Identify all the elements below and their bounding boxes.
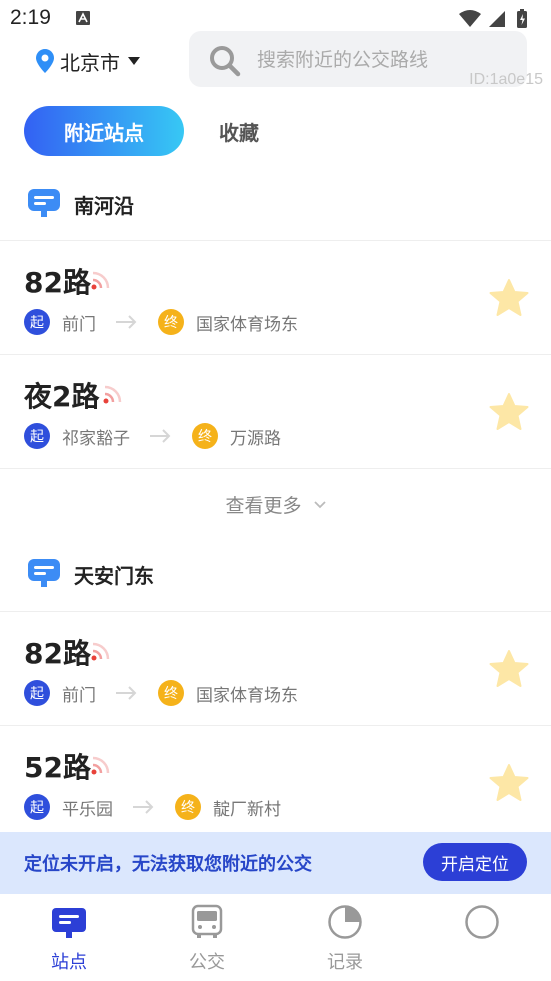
- route-row[interactable]: 夜2路 起 祁家豁子 终 万源路: [0, 354, 551, 468]
- id-tag: ID:1a0e15: [469, 71, 543, 88]
- end-badge: 终: [192, 423, 218, 449]
- end-badge: 终: [158, 309, 184, 335]
- route-stops: 起 祁家豁子 终 万源路: [24, 423, 281, 449]
- start-badge: 起: [24, 309, 50, 335]
- start-stop: 前门: [62, 314, 96, 335]
- notice-text: 定位未开启，无法获取您附近的公交: [24, 854, 312, 875]
- route-row[interactable]: 52路 起 平乐园 终 靛厂新村: [0, 725, 551, 839]
- header: 北京市 搜索附近的公交路线 ID:1a0e15: [0, 30, 551, 92]
- station-name: 天安门东: [74, 564, 154, 588]
- end-stop: 万源路: [230, 428, 281, 449]
- wifi-icon: [459, 10, 481, 27]
- route-name: 82路: [24, 637, 91, 670]
- arrow-right-icon: [133, 800, 154, 814]
- enable-location-button[interactable]: 开启定位: [423, 843, 527, 881]
- favorite-star-icon[interactable]: [489, 764, 529, 802]
- end-stop: 国家体育场东: [196, 685, 298, 706]
- station-icon: [52, 908, 86, 938]
- chevron-down-icon: [313, 500, 326, 508]
- nav-label: 公交: [189, 952, 225, 973]
- cellular-icon: [489, 11, 505, 27]
- record-icon: [328, 905, 362, 939]
- nav-item-record[interactable]: 记录: [276, 894, 414, 981]
- nav-label: 站点: [51, 952, 87, 973]
- arrow-right-icon: [116, 315, 137, 329]
- route-stops: 起 平乐园 终 靛厂新村: [24, 794, 281, 820]
- nav-item-bus[interactable]: 公交: [138, 894, 276, 981]
- tab-nearby-stations[interactable]: 附近站点: [24, 106, 184, 156]
- route-stops: 起 前门 终 国家体育场东: [24, 309, 298, 335]
- start-stop: 平乐园: [62, 799, 113, 820]
- caret-down-icon: [128, 57, 140, 65]
- arrow-right-icon: [150, 429, 171, 443]
- favorite-star-icon[interactable]: [489, 650, 529, 688]
- station-icon: [28, 189, 60, 217]
- start-stop: 祁家豁子: [62, 428, 130, 449]
- view-more-label: 查看更多: [225, 495, 302, 517]
- route-row[interactable]: 82路 起 前门 终 国家体育场东: [0, 240, 551, 354]
- realtime-signal-icon: [91, 271, 110, 290]
- end-stop: 国家体育场东: [196, 314, 298, 335]
- station-name: 南河沿: [74, 194, 134, 218]
- status-time: 2:19: [10, 6, 51, 29]
- route-name: 82路: [24, 266, 91, 299]
- nav-item-profile[interactable]: [413, 894, 551, 981]
- start-badge: 起: [24, 680, 50, 706]
- route-row[interactable]: 82路 起 前门 终 国家体育场东: [0, 611, 551, 725]
- start-badge: 起: [24, 794, 50, 820]
- end-stop: 靛厂新村: [213, 799, 281, 820]
- favorite-star-icon[interactable]: [489, 279, 529, 317]
- nav-item-station[interactable]: 站点: [0, 894, 138, 981]
- notification-icon: [76, 11, 90, 25]
- realtime-signal-icon: [91, 756, 110, 775]
- nav-label: 记录: [327, 952, 363, 973]
- station-header[interactable]: 南河沿: [0, 176, 551, 234]
- city-selector[interactable]: 北京市: [36, 46, 140, 76]
- location-pin-icon: [36, 49, 54, 73]
- start-badge: 起: [24, 423, 50, 449]
- tab-favorites[interactable]: 收藏: [219, 106, 259, 156]
- location-notice: 定位未开启，无法获取您附近的公交 开启定位: [0, 832, 551, 894]
- start-stop: 前门: [62, 685, 96, 706]
- view-more-button[interactable]: 查看更多: [0, 468, 551, 540]
- end-badge: 终: [175, 794, 201, 820]
- city-name: 北京市: [60, 50, 120, 75]
- bus-icon: [191, 904, 223, 938]
- search-icon: [210, 46, 241, 77]
- route-name: 52路: [24, 751, 91, 784]
- status-icons: [459, 9, 527, 28]
- route-name: 夜2路: [24, 380, 100, 413]
- end-badge: 终: [158, 680, 184, 706]
- station-icon: [28, 559, 60, 587]
- realtime-signal-icon: [103, 385, 122, 404]
- profile-icon: [465, 905, 499, 939]
- route-stops: 起 前门 终 国家体育场东: [24, 680, 298, 706]
- tab-bar: 附近站点 收藏: [24, 106, 424, 156]
- station-header[interactable]: 天安门东: [0, 546, 551, 604]
- favorite-star-icon[interactable]: [489, 393, 529, 431]
- realtime-signal-icon: [91, 642, 110, 661]
- bottom-nav: 站点 公交 记录: [0, 894, 551, 981]
- arrow-right-icon: [116, 686, 137, 700]
- search-placeholder: 搜索附近的公交路线: [257, 49, 429, 71]
